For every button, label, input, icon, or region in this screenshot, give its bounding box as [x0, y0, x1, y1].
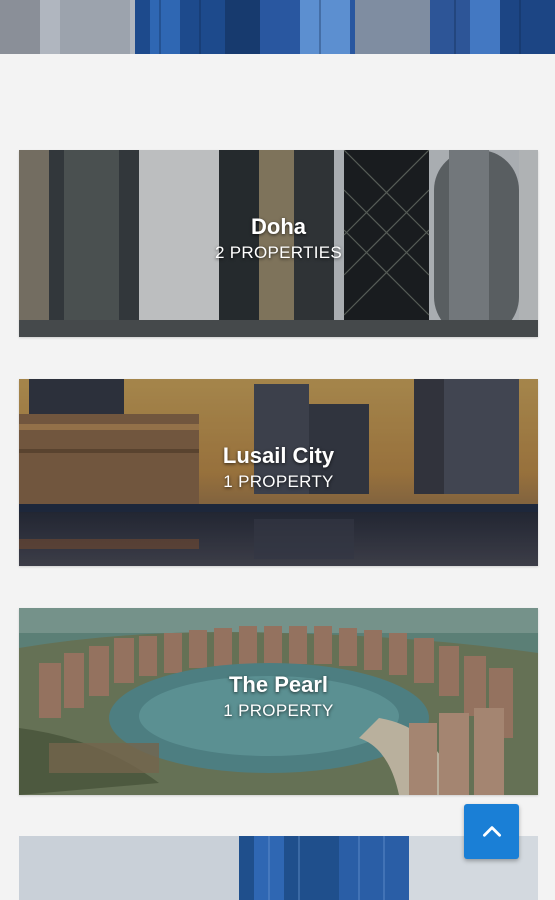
property-count: 1 PROPERTY	[223, 472, 334, 491]
card-caption: Lusail City 1 PROPERTY	[19, 441, 538, 493]
location-card-doha[interactable]: Doha 2 PROPERTIES	[19, 150, 538, 337]
card-caption: Doha 2 PROPERTIES	[19, 212, 538, 264]
chevron-up-icon	[482, 825, 501, 837]
card-caption: The Pearl 1 PROPERTY	[19, 670, 538, 722]
scroll-to-top-button[interactable]	[464, 804, 519, 859]
location-card-partial[interactable]	[19, 836, 538, 900]
skyline-image	[0, 0, 555, 54]
next-location-image	[19, 836, 538, 900]
page: Doha 2 PROPERTIES Lusail City 1 PROPERTY…	[0, 0, 555, 900]
property-count: 2 PROPERTIES	[214, 243, 343, 262]
location-card-lusail-city[interactable]: Lusail City 1 PROPERTY	[19, 379, 538, 566]
location-card-image-partial[interactable]	[0, 0, 555, 54]
location-name: The Pearl	[228, 672, 329, 697]
location-name: Lusail City	[222, 443, 335, 468]
property-count: 1 PROPERTY	[223, 701, 334, 720]
location-card-the-pearl[interactable]: The Pearl 1 PROPERTY	[19, 608, 538, 795]
location-name: Doha	[251, 214, 306, 239]
